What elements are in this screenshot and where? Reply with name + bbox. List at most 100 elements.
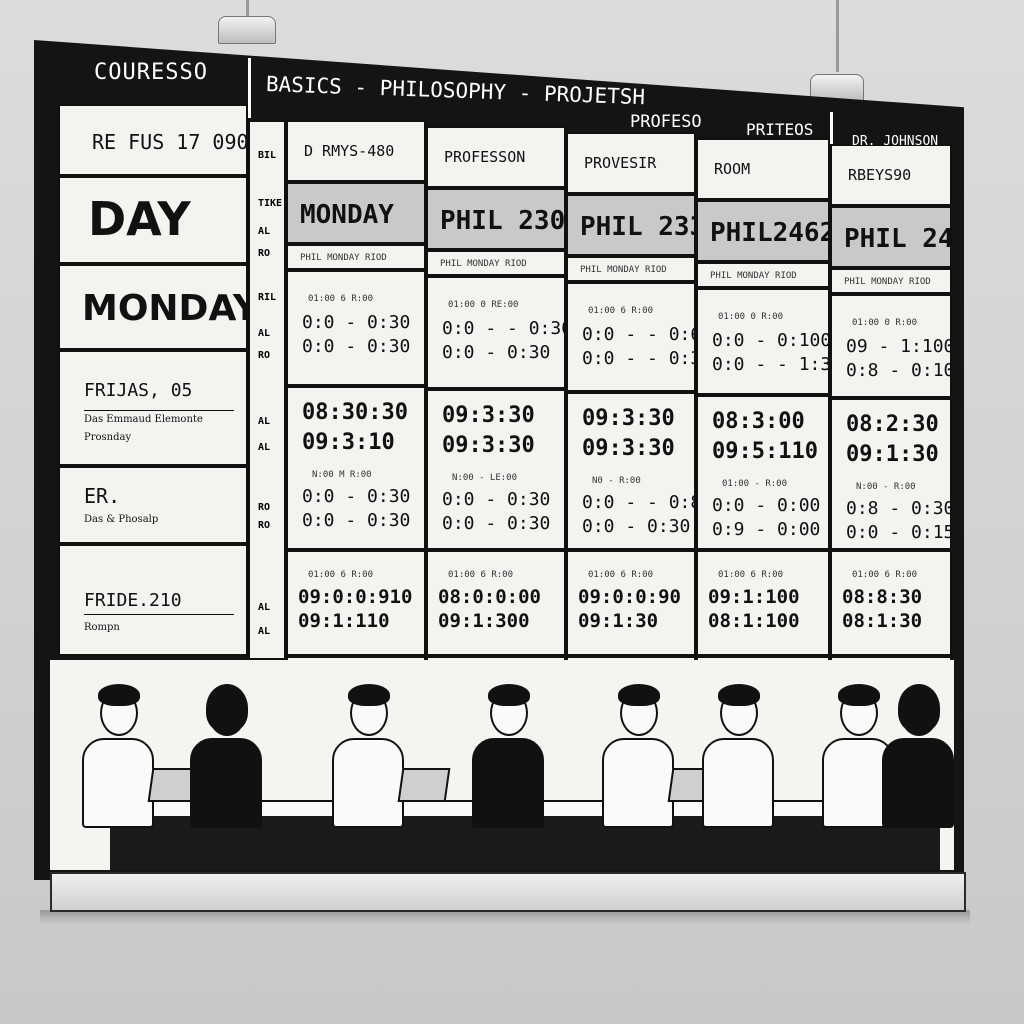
day-heading: DAY bbox=[88, 192, 191, 246]
column-header-cell: D RMYS-480 bbox=[286, 120, 426, 182]
narrow-label: AL bbox=[258, 226, 271, 237]
time-main: 09:5:110 bbox=[712, 439, 818, 464]
time-block-1: 01:00 6 R:00 0:0 - 0:30 0:0 - 0:30 bbox=[286, 270, 426, 386]
course-cell: PHIL2462 bbox=[696, 200, 830, 262]
time-range: 0:0 - 0:100 bbox=[712, 330, 830, 351]
time-block-1: 01:00 0 R:00 0:0 - 0:100 0:0 - - 1:30 bbox=[696, 288, 830, 395]
course-code: PHIL 2335 bbox=[580, 212, 694, 242]
time-main: 08:2:30 bbox=[846, 412, 939, 437]
narrow-label: RIL bbox=[258, 292, 277, 303]
time-range: 0:0 - - 0:80 bbox=[582, 492, 694, 513]
time-block-2: 08:2:30 09:1:30 N:00 - R:00 0:8 - 0:30 0:0 -… bbox=[830, 398, 952, 550]
course-cell: PHIL 230 bbox=[426, 188, 566, 250]
time-range: 0:0 - 0:30 bbox=[302, 312, 411, 333]
column-header-text: RBEYS90 bbox=[848, 166, 912, 184]
er-sub: Das & Phosalp bbox=[84, 514, 159, 525]
board-tray bbox=[50, 872, 966, 912]
time-main: 09:1:30 bbox=[846, 442, 939, 467]
time-block-1: 01:00 0 RE:00 0:0 - - 0:30 0:0 - 0:30 bbox=[426, 276, 566, 389]
time-note: 01:00 6 R:00 bbox=[308, 570, 374, 580]
time-note: 01:00 6 R:00 bbox=[852, 570, 918, 580]
time-note: 01:00 0 R:00 bbox=[852, 318, 918, 328]
course-cell: PHIL 2420 bbox=[830, 206, 952, 268]
time-range: 0:0 - - 0:60 bbox=[582, 324, 694, 345]
time-range: 0:0 - 0:30 bbox=[442, 342, 551, 363]
ceiling-lamp-right bbox=[810, 0, 864, 106]
time-main: 09:3:10 bbox=[302, 430, 395, 455]
column-header-text: PROFESSON bbox=[444, 148, 526, 166]
time-note: N:00 - LE:00 bbox=[452, 473, 518, 483]
friday-1-label: FRIJAS, 05 bbox=[84, 380, 193, 401]
time-block-1: 01:00 0 R:00 09 - 1:100 0:8 - 0:100 bbox=[830, 294, 952, 398]
course-subtitle: PHIL MONDAY RIOD bbox=[844, 277, 931, 287]
course-subtitle: PHIL MONDAY RIOD bbox=[300, 253, 387, 263]
time-range: 0:0 - 0:30 bbox=[442, 489, 551, 510]
ceiling-lamp-left bbox=[218, 0, 276, 48]
left-row-code: RE FUS 17 090 bbox=[58, 104, 248, 176]
narrow-label: RO bbox=[258, 248, 271, 259]
time-note: 01:00 6 R:00 bbox=[448, 570, 514, 580]
time-note: 01:00 6 R:00 bbox=[588, 306, 654, 316]
narrow-label: AL bbox=[258, 328, 271, 339]
time-main: 09:0:0:910 bbox=[298, 586, 413, 608]
time-note: N:00 M R:00 bbox=[312, 470, 372, 480]
er-label: ER. bbox=[84, 484, 121, 508]
friday-2-sub: Rompn bbox=[84, 622, 120, 633]
time-range: 0:0 - 0:30 bbox=[582, 516, 691, 537]
time-range: 0:0 - 0:00 bbox=[712, 495, 821, 516]
time-note: 01:00 0 R:00 bbox=[718, 312, 784, 322]
course-subtitle: PHIL MONDAY RIOD bbox=[580, 265, 667, 275]
narrow-label: AL bbox=[258, 416, 271, 427]
column-header-cell: PROFESSON bbox=[426, 126, 566, 188]
time-note: N0 - R:00 bbox=[592, 476, 641, 486]
monday-heading: MONDAY bbox=[82, 288, 248, 329]
laptop bbox=[397, 768, 451, 802]
header-professor-2: PRITEOS bbox=[746, 120, 814, 139]
column-header-text: D RMYS-480 bbox=[304, 142, 395, 160]
time-main: 09:1:30 bbox=[578, 610, 659, 632]
friday-2-label: FRIDE.210 bbox=[84, 590, 182, 611]
time-block-2: 09:3:30 09:3:30 N:00 - LE:00 0:0 - 0:30 0:0 … bbox=[426, 389, 566, 550]
course-code: PHIL2462 bbox=[710, 218, 830, 248]
friday-1-sub-1: Das Emmaud Elemonte bbox=[84, 414, 203, 425]
time-block-2: 08:30:30 09:3:10 N:00 M R:00 0:0 - 0:30 0:0 … bbox=[286, 386, 426, 550]
time-main: 09:3:30 bbox=[442, 433, 535, 458]
narrow-label: AL bbox=[258, 626, 271, 637]
time-note: 01:00 - R:00 bbox=[722, 479, 788, 489]
time-main: 09:0:0:90 bbox=[578, 586, 681, 608]
narrow-label: AL bbox=[258, 602, 271, 613]
time-block-3: 01:00 6 R:00 08:8:30 08:1:30 bbox=[830, 550, 952, 656]
time-range: 0:0 - 0:30 bbox=[302, 486, 411, 507]
time-main: 09:1:110 bbox=[298, 610, 390, 632]
time-main: 08:30:30 bbox=[302, 400, 408, 425]
time-range: 09 - 1:100 bbox=[846, 336, 952, 357]
header-courses: COURESSO bbox=[94, 60, 208, 85]
time-main: 08:0:0:00 bbox=[438, 586, 541, 608]
course-sub-cell: PHIL MONDAY RIOD bbox=[566, 256, 696, 282]
column-header-cell: PROVESIR bbox=[566, 132, 696, 194]
narrow-label: RO bbox=[258, 350, 271, 361]
time-main: 09:3:30 bbox=[582, 436, 675, 461]
course-sub-cell: PHIL MONDAY RIOD bbox=[286, 244, 426, 270]
course-subtitle: PHIL MONDAY RIOD bbox=[710, 271, 797, 281]
time-block-2: 09:3:30 09:3:30 N0 - R:00 0:0 - - 0:80 0:0 -… bbox=[566, 392, 696, 550]
header-divider bbox=[248, 58, 251, 118]
narrow-label: BIL bbox=[258, 150, 277, 161]
meeting-illustration bbox=[50, 660, 954, 870]
course-code: MONDAY bbox=[300, 200, 394, 230]
time-block-3: 01:00 6 R:00 09:0:0:910 09:1:110 bbox=[286, 550, 426, 656]
time-main: 08:3:00 bbox=[712, 409, 805, 434]
narrow-label: AL bbox=[258, 442, 271, 453]
time-main: 08:8:30 bbox=[842, 586, 923, 608]
left-row-day: DAY bbox=[58, 176, 248, 264]
left-row-monday: MONDAY bbox=[58, 264, 248, 350]
time-main: 08:1:30 bbox=[842, 610, 923, 632]
time-main: 09:1:100 bbox=[708, 586, 800, 608]
time-range: 0:8 - 0:30 bbox=[846, 498, 952, 519]
time-block-3: 01:00 6 R:00 09:0:0:90 09:1:30 bbox=[566, 550, 696, 656]
course-cell: PHIL 2335 bbox=[566, 194, 696, 256]
left-row-friday-1: FRIJAS, 05 Das Emmaud Elemonte Prosnday bbox=[58, 350, 248, 466]
course-sub-cell: PHIL MONDAY RIOD bbox=[830, 268, 952, 294]
time-note: 01:00 6 R:00 bbox=[718, 570, 784, 580]
course-subtitle: PHIL MONDAY RIOD bbox=[440, 259, 527, 269]
